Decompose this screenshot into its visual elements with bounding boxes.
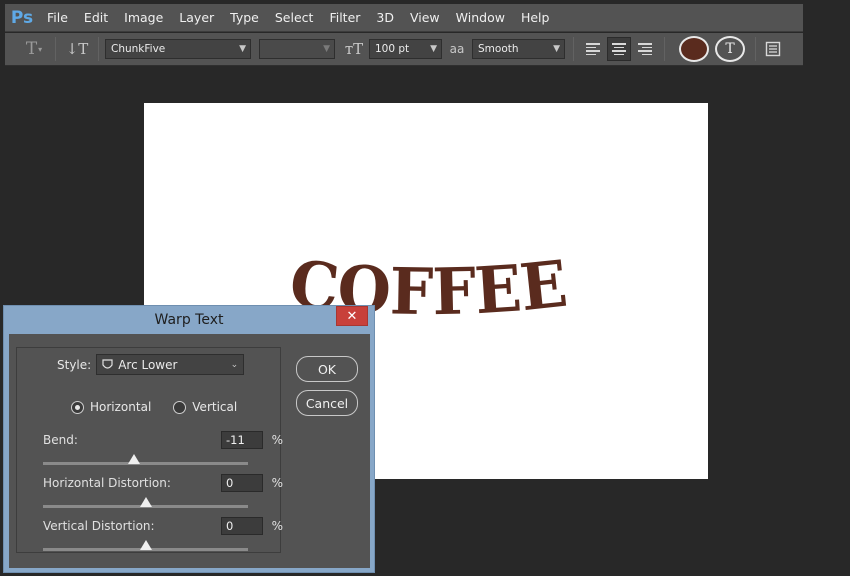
antialias-icon: aa	[449, 42, 465, 56]
warp-text-icon[interactable]: T	[715, 36, 745, 62]
vertical-distortion-label: Vertical Distortion:	[43, 519, 155, 533]
toggle-orientation-icon[interactable]: ↓T	[62, 36, 92, 62]
vertical-radio[interactable]	[173, 400, 187, 414]
align-center-button[interactable]	[607, 37, 631, 61]
text-color-swatch[interactable]	[679, 36, 709, 62]
vertical-distortion-input[interactable]: 0	[221, 517, 263, 535]
bend-label: Bend:	[43, 433, 78, 447]
font-family-dropdown[interactable]: ChunkFive ▼	[105, 39, 251, 59]
menu-help[interactable]: Help	[513, 4, 558, 32]
options-bar: T ▾ ↓T ChunkFive ▼ ▼ ᴛT 100 pt ▼ aa Smoot…	[5, 33, 803, 66]
horizontal-distortion-control: Horizontal Distortion: 0 %	[43, 474, 283, 508]
separator	[755, 37, 756, 61]
horizontal-distortion-slider-thumb[interactable]	[139, 497, 152, 507]
chevron-down-icon: ▼	[553, 44, 560, 54]
font-size-dropdown[interactable]: 100 pt ▼	[369, 39, 442, 59]
menu-select[interactable]: Select	[267, 4, 322, 32]
menu-file[interactable]: File	[39, 4, 76, 32]
style-row: Style: Arc Lower ⌄	[51, 354, 251, 375]
horizontal-distortion-label: Horizontal Distortion:	[43, 476, 171, 490]
menu-type[interactable]: Type	[222, 4, 267, 32]
horizontal-radio[interactable]	[71, 400, 84, 414]
dialog-title-bar[interactable]: Warp Text ✕	[4, 306, 374, 333]
bend-slider-track[interactable]	[43, 454, 248, 465]
horizontal-distortion-percent: %	[271, 476, 283, 490]
horizontal-distortion-input[interactable]: 0	[221, 474, 263, 492]
menu-edit[interactable]: Edit	[76, 4, 116, 32]
character-panel-icon[interactable]	[762, 38, 784, 60]
arc-lower-icon	[102, 358, 113, 369]
chevron-down-icon: ▼	[239, 44, 246, 54]
font-style-dropdown[interactable]: ▼	[259, 39, 335, 59]
antialias-value: Smooth	[478, 43, 519, 55]
separator	[98, 37, 99, 61]
horizontal-distortion-slider-track[interactable]	[43, 497, 248, 508]
separator	[664, 37, 665, 61]
close-button[interactable]: ✕	[336, 306, 368, 326]
bend-percent: %	[271, 433, 283, 447]
menu-filter[interactable]: Filter	[321, 4, 368, 32]
menu-window[interactable]: Window	[448, 4, 513, 32]
vertical-distortion-slider-thumb[interactable]	[139, 540, 152, 550]
vertical-distortion-control: Vertical Distortion: 0 %	[43, 517, 283, 551]
type-tool-icon[interactable]: T ▾	[19, 36, 49, 62]
style-dropdown[interactable]: Arc Lower ⌄	[96, 354, 245, 375]
bend-input[interactable]: -11	[221, 431, 263, 449]
cancel-button[interactable]: Cancel	[296, 390, 358, 416]
orientation-radios: Horizontal Vertical	[71, 400, 259, 414]
warp-settings-group: Style: Arc Lower ⌄ Horizontal Vertical B…	[16, 347, 283, 553]
menu-bar: Ps File Edit Image Layer Type Select Fil…	[5, 4, 803, 32]
style-label: Style:	[57, 357, 92, 372]
bend-control: Bend: -11 %	[43, 431, 283, 465]
vertical-distortion-percent: %	[271, 519, 283, 533]
separator	[55, 37, 56, 61]
menu-image[interactable]: Image	[116, 4, 171, 32]
chevron-down-icon: ⌄	[230, 359, 239, 370]
ok-button[interactable]: OK	[296, 356, 358, 382]
menu-view[interactable]: View	[402, 4, 448, 32]
separator	[573, 37, 574, 61]
align-left-button[interactable]	[581, 37, 605, 61]
vertical-label[interactable]: Vertical	[192, 400, 237, 414]
font-size-icon: ᴛT	[344, 40, 364, 58]
menu-layer[interactable]: Layer	[171, 4, 222, 32]
chevron-down-icon: ▼	[430, 44, 437, 54]
font-family-value: ChunkFive	[111, 43, 166, 55]
warp-text-dialog: Warp Text ✕ Style: Arc Lower ⌄ Horizonta…	[3, 305, 375, 573]
vertical-distortion-slider-track[interactable]	[43, 540, 248, 551]
style-value: Arc Lower	[118, 357, 178, 372]
dialog-body: Style: Arc Lower ⌄ Horizontal Vertical B…	[9, 334, 370, 568]
align-right-button[interactable]	[633, 37, 657, 61]
bend-slider-thumb[interactable]	[128, 454, 141, 464]
menu-3d[interactable]: 3D	[368, 4, 402, 32]
horizontal-label[interactable]: Horizontal	[90, 400, 151, 414]
dialog-title: Warp Text	[154, 311, 224, 328]
font-size-value: 100 pt	[375, 43, 410, 55]
antialias-dropdown[interactable]: Smooth ▼	[472, 39, 565, 59]
chevron-down-icon: ▼	[323, 44, 330, 54]
photoshop-logo[interactable]: Ps	[5, 4, 39, 32]
